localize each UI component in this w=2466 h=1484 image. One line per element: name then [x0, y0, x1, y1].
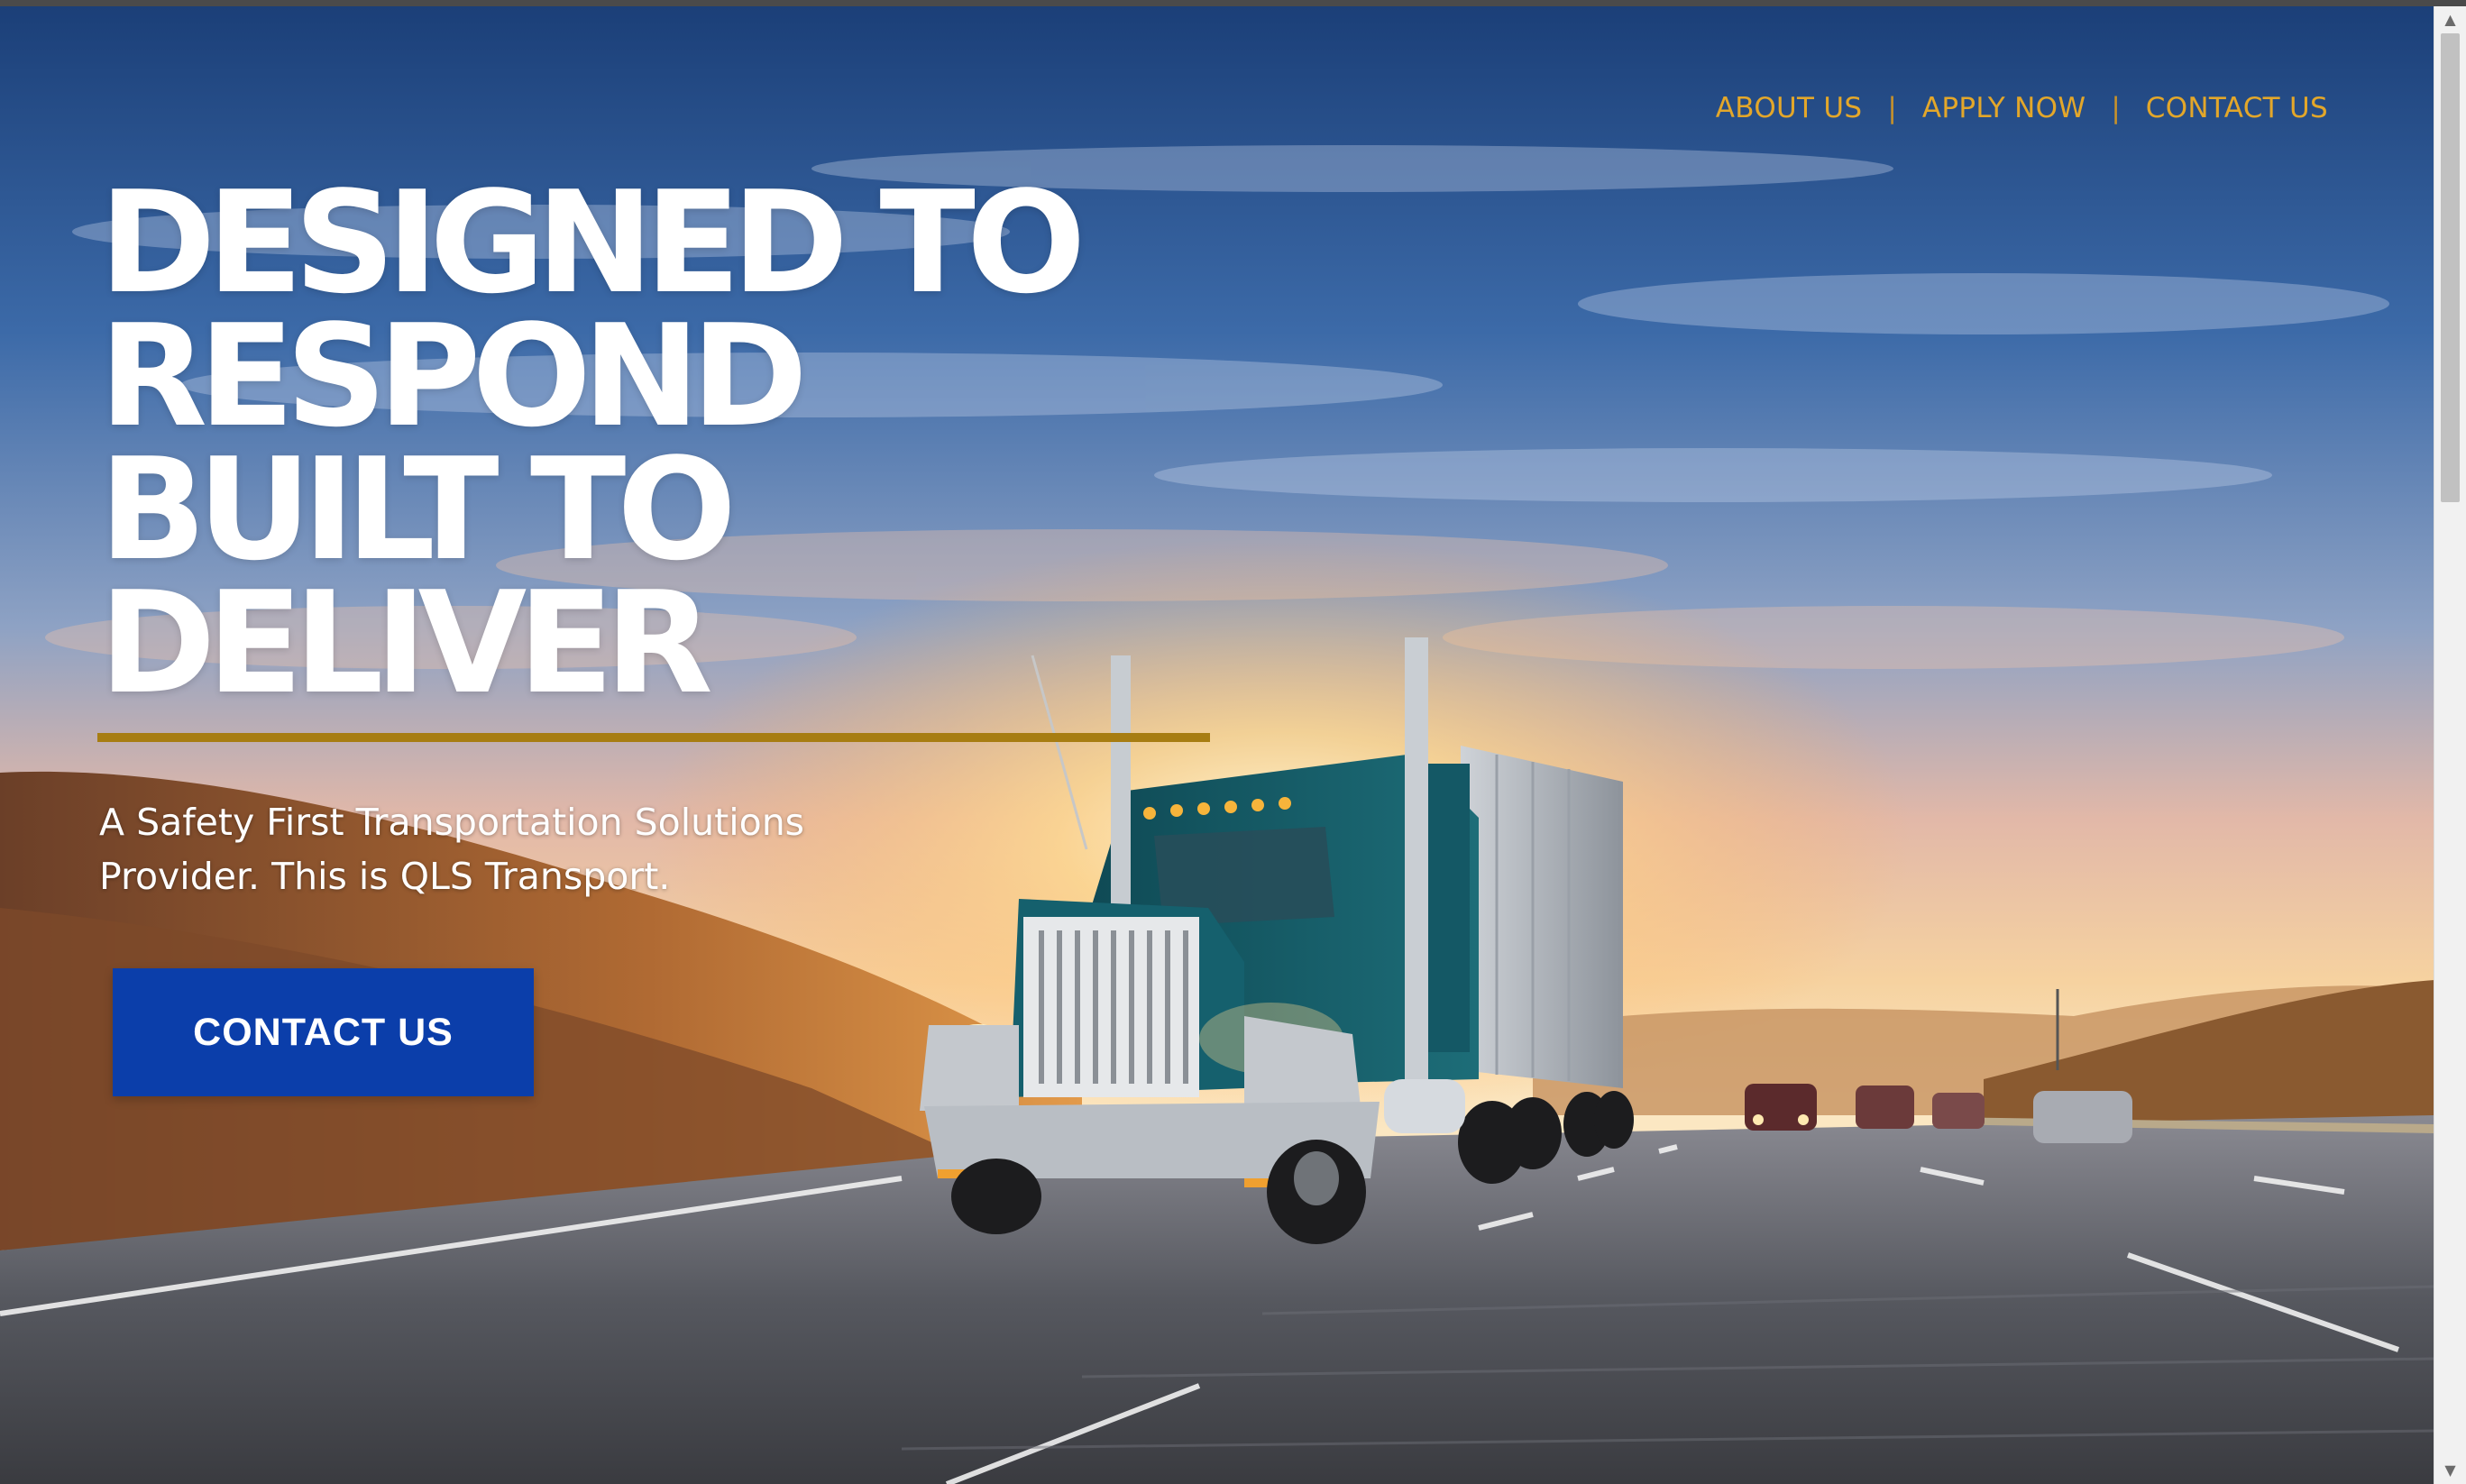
browser-top-strip	[0, 0, 2466, 6]
nav-link-about-us[interactable]: ABOUT US	[1716, 92, 1863, 124]
page: ABOUT US | APPLY NOW | CONTACT US DESIGN…	[0, 0, 2466, 1484]
contact-us-button[interactable]: CONTACT US	[113, 968, 534, 1096]
headline-divider	[97, 733, 1210, 742]
hero-section: ABOUT US | APPLY NOW | CONTACT US DESIGN…	[0, 6, 2434, 1484]
hero-headline: DESIGNED TO RESPOND BUILT TO DELIVER	[99, 160, 1086, 725]
headline-line-4: DELIVER	[99, 561, 713, 725]
nav-separator: |	[1887, 92, 1897, 124]
scrollbar-thumb[interactable]	[2441, 33, 2460, 502]
nav-link-apply-now[interactable]: APPLY NOW	[1922, 92, 2086, 124]
hero-tagline: A Safety First Transportation Solutions …	[99, 801, 805, 898]
headline-line-2: RESPOND	[99, 294, 808, 458]
scroll-up-arrow-icon[interactable]: ▲	[2434, 6, 2466, 33]
nav-separator: |	[2111, 92, 2121, 124]
scroll-down-arrow-icon[interactable]: ▼	[2434, 1457, 2466, 1484]
headline-line-1: DESIGNED TO	[99, 160, 1086, 325]
top-navigation: ABOUT US | APPLY NOW | CONTACT US	[1716, 92, 2328, 124]
headline-line-3: BUILT TO	[99, 427, 737, 591]
vertical-scrollbar[interactable]: ▲ ▼	[2434, 6, 2466, 1484]
nav-link-contact-us[interactable]: CONTACT US	[2146, 92, 2328, 124]
